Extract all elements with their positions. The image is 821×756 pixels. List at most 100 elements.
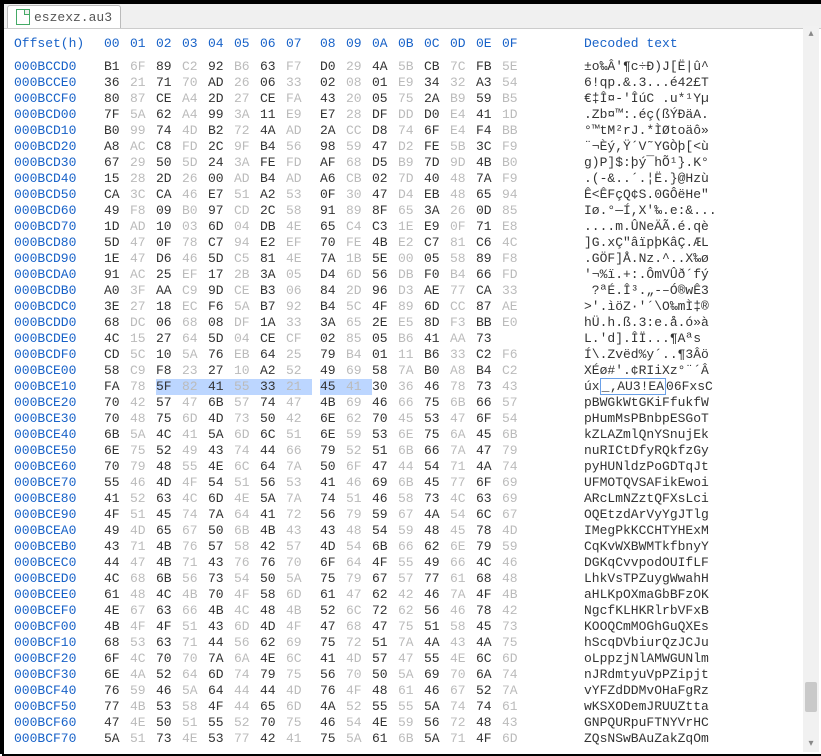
hex-byte[interactable]: 41 [346, 379, 372, 395]
hex-row[interactable]: 000BCEF04E6763664B4C484B526C726256467842… [14, 603, 803, 619]
hex-bytes[interactable]: 474E50515552707546544E5956724843 [104, 715, 584, 731]
decoded-cell[interactable]: XÉø#'.¢RIiXz°¨´Â [584, 363, 784, 379]
hex-byte[interactable]: 58 [234, 539, 260, 555]
hex-byte[interactable]: 70 [208, 587, 234, 603]
hex-row[interactable]: 000BCD4015282D2600ADB4ADA6CB027D40487AF9… [14, 171, 803, 187]
hex-byte[interactable]: 81 [260, 251, 286, 267]
hex-byte[interactable]: 47 [130, 555, 156, 571]
hex-byte[interactable]: 00 [208, 171, 234, 187]
hex-byte[interactable]: 4B [320, 395, 346, 411]
hex-row[interactable]: 000BCDB0A03FAAC99DCEB306842D96D3AE77CA33… [14, 283, 803, 299]
scroll-down-icon[interactable]: ▾ [803, 736, 819, 752]
hex-byte[interactable]: C9 [182, 283, 208, 299]
hex-byte[interactable]: 77 [450, 283, 476, 299]
hex-bytes[interactable]: A8ACC8FD2C9FB456985947D2FE5B3CF9 [104, 139, 584, 155]
hex-byte[interactable]: 4D [260, 619, 286, 635]
decoded-cell[interactable]: pyHUNldzPoGDTqJt [584, 459, 784, 475]
hex-byte[interactable]: 52 [320, 603, 346, 619]
decoded-cell[interactable]: .(-&..­´.­¦Ë.}@Hzù [584, 171, 784, 187]
hex-byte[interactable]: 7A [208, 651, 234, 667]
hex-byte[interactable]: 51 [182, 619, 208, 635]
hex-byte[interactable]: 4A [424, 507, 450, 523]
hex-byte[interactable]: 00 [398, 251, 424, 267]
hex-byte[interactable]: FA [286, 91, 312, 107]
hex-byte[interactable]: 06 [286, 283, 312, 299]
hex-byte[interactable]: 4A [260, 123, 286, 139]
hex-byte[interactable]: 5A [208, 427, 234, 443]
hex-byte[interactable]: F3 [450, 315, 476, 331]
scroll-track[interactable] [803, 42, 819, 736]
hex-byte[interactable]: 6D [234, 619, 260, 635]
hex-byte[interactable]: 58 [450, 251, 476, 267]
hex-byte[interactable]: 78 [476, 523, 502, 539]
hex-byte[interactable]: 03 [182, 219, 208, 235]
hex-byte[interactable]: 47 [372, 619, 398, 635]
hex-byte[interactable]: 89 [476, 251, 502, 267]
hex-byte[interactable]: 54 [234, 571, 260, 587]
hex-byte[interactable]: 61 [320, 587, 346, 603]
hex-byte[interactable]: 61 [398, 683, 424, 699]
hex-bytes[interactable]: 55464D4F545156534146696B45776F69 [104, 475, 584, 491]
file-tab[interactable]: eszexz.au3 [7, 5, 121, 28]
hex-byte[interactable]: 66 [476, 267, 502, 283]
hex-byte[interactable]: 44 [234, 683, 260, 699]
hex-byte[interactable]: 64 [346, 555, 372, 571]
hex-byte[interactable]: 69 [346, 363, 372, 379]
hex-byte[interactable]: CE [156, 91, 182, 107]
hex-byte[interactable]: 6D [208, 491, 234, 507]
hex-byte[interactable]: B9 [450, 91, 476, 107]
hex-byte[interactable]: 70 [104, 411, 130, 427]
hex-byte[interactable]: 33 [286, 315, 312, 331]
hex-byte[interactable]: 51 [130, 731, 156, 747]
hex-byte[interactable]: 4C [130, 651, 156, 667]
hex-byte[interactable]: 27 [130, 299, 156, 315]
hex-byte[interactable]: 55 [104, 475, 130, 491]
hex-byte[interactable]: 4A [424, 635, 450, 651]
hex-byte[interactable]: 6E [320, 411, 346, 427]
hex-byte[interactable]: 42 [130, 395, 156, 411]
hex-row[interactable]: 000BCED04C686B567354505A7579675777616848… [14, 571, 803, 587]
hex-byte[interactable]: 76 [234, 555, 260, 571]
hex-byte[interactable]: 67 [502, 507, 528, 523]
hex-bytes[interactable]: 494D6567506B4B43434854594845784D [104, 523, 584, 539]
hex-byte[interactable]: 10 [156, 219, 182, 235]
hex-byte[interactable]: 10 [234, 363, 260, 379]
decoded-cell[interactable]: aHLKpOXmaGbBFzOK [584, 587, 784, 603]
hex-byte[interactable]: 4D [286, 683, 312, 699]
hex-byte[interactable]: 59 [502, 539, 528, 555]
hex-byte[interactable]: 42 [286, 411, 312, 427]
hex-byte[interactable]: 56 [260, 475, 286, 491]
hex-byte[interactable]: 43 [208, 619, 234, 635]
hex-byte[interactable]: 63 [156, 603, 182, 619]
hex-byte[interactable]: 52 [156, 667, 182, 683]
hex-byte[interactable]: CB [346, 171, 372, 187]
hex-byte[interactable]: 06 [260, 75, 286, 91]
hex-byte[interactable]: 58 [104, 363, 130, 379]
hex-byte[interactable]: 45 [320, 379, 346, 395]
hex-byte[interactable]: B4 [476, 363, 502, 379]
hex-byte[interactable]: 74 [156, 123, 182, 139]
hex-byte[interactable]: 45 [476, 427, 502, 443]
hex-byte[interactable]: 44 [398, 459, 424, 475]
hex-byte[interactable]: 87 [476, 299, 502, 315]
hex-byte[interactable]: E2 [260, 235, 286, 251]
hex-byte[interactable]: 21 [130, 75, 156, 91]
decoded-cell[interactable]: kZLAZmlQnYSnujEk [584, 427, 784, 443]
hex-byte[interactable]: 52 [234, 715, 260, 731]
hex-byte[interactable]: 77 [424, 571, 450, 587]
hex-byte[interactable]: 58 [450, 619, 476, 635]
hex-byte[interactable]: 63 [476, 491, 502, 507]
hex-byte[interactable]: 4C [234, 603, 260, 619]
hex-byte[interactable]: 62 [372, 587, 398, 603]
hex-byte[interactable]: 5D [104, 235, 130, 251]
hex-byte[interactable]: AD [208, 75, 234, 91]
hex-byte[interactable]: 58 [372, 363, 398, 379]
hex-byte[interactable]: 27 [208, 363, 234, 379]
hex-byte[interactable]: 18 [156, 299, 182, 315]
hex-row[interactable]: 000BCD10B099744DB2724AAD2ACCD8746FE4F4BB… [14, 123, 803, 139]
hex-bytes[interactable]: 704257476B5774474B694666756B6657 [104, 395, 584, 411]
hex-byte[interactable]: 6D [182, 411, 208, 427]
hex-byte[interactable]: AE [502, 299, 528, 315]
hex-byte[interactable]: FE [260, 155, 286, 171]
hex-byte[interactable]: 76 [182, 539, 208, 555]
